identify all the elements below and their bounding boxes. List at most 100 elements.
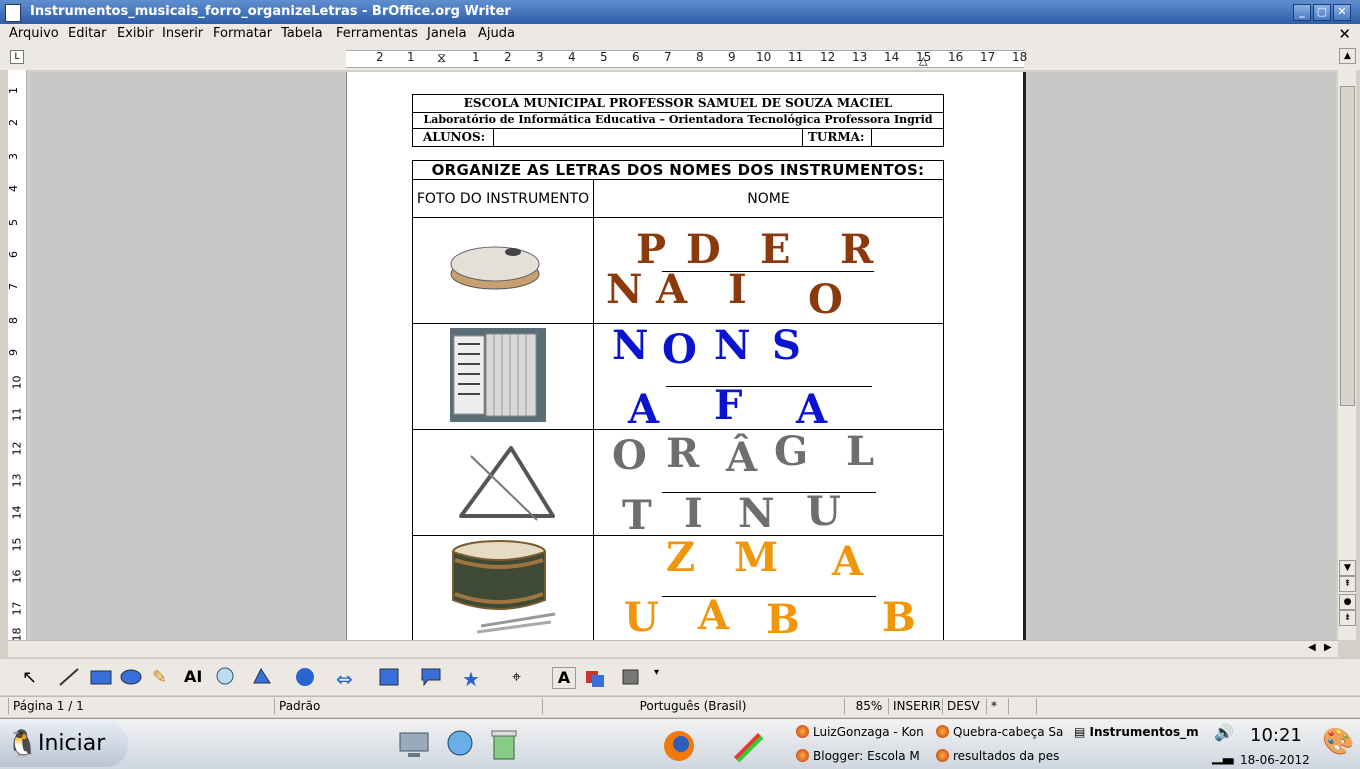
basic-shapes-icon[interactable] (250, 667, 272, 687)
ruler-number: 18 (1012, 50, 1028, 64)
signal-icon[interactable]: ▁▃ (1212, 749, 1234, 765)
turma-label: TURMA: (808, 130, 865, 144)
menu-ajuda[interactable]: Ajuda (478, 26, 515, 41)
stars-icon[interactable]: ★ (462, 667, 484, 691)
clock-date: 18-06-2012 (1240, 753, 1310, 767)
scroll-up-button[interactable]: ▲ (1339, 48, 1356, 64)
ruler-number: 1 (7, 87, 20, 94)
taskbar-item[interactable]: resultados da pes (936, 749, 1070, 763)
close-document-icon[interactable]: ✕ (1338, 25, 1351, 43)
extrusion-icon[interactable] (620, 667, 642, 687)
page-indicator[interactable]: Página 1 / 1 (8, 698, 271, 714)
fontwork-icon[interactable]: A (552, 667, 576, 689)
callouts-icon[interactable] (420, 667, 442, 687)
menu-arquivo[interactable]: Arquivo (9, 26, 59, 41)
menu-formatar[interactable]: Formatar (213, 26, 272, 41)
navigator-button[interactable]: ● (1339, 594, 1356, 610)
left-indent-marker[interactable]: ⧖ (437, 51, 446, 66)
line-tool-icon[interactable] (58, 667, 80, 687)
ruler-number: 16 (948, 50, 964, 64)
ruler-number: 5 (7, 219, 20, 226)
language-indicator[interactable]: Português (Brasil) (542, 698, 839, 714)
scrambled-letter: O (662, 326, 697, 373)
menu-ferramentas[interactable]: Ferramentas (336, 26, 418, 41)
menu-editar[interactable]: Editar (68, 26, 107, 41)
scrambled-letter: A (628, 386, 660, 433)
penguin-icon: 🐧 (6, 729, 39, 759)
firefox-icon[interactable] (662, 729, 696, 763)
scroll-thumb[interactable] (1340, 86, 1355, 406)
document-page[interactable]: ESCOLA MUNICIPAL PROFESSOR SAMUEL DE SOU… (346, 72, 1026, 640)
alunos-field[interactable] (495, 129, 799, 144)
insert-mode[interactable]: INSERIR (888, 698, 943, 714)
menu-tabela[interactable]: Tabela (281, 26, 323, 41)
vertical-scrollbar[interactable]: ▲ ▼ ⇞ ● ⇟ (1338, 46, 1356, 640)
writer-app-icon[interactable] (5, 4, 21, 22)
scroll-left-button[interactable]: ◀ (1308, 642, 1316, 653)
points-icon[interactable]: ⌖ (512, 667, 534, 687)
scroll-down-button[interactable]: ▼ (1339, 560, 1356, 576)
volume-icon[interactable]: 🔊 (1214, 723, 1234, 742)
accordion-icon (450, 328, 546, 422)
rectangle-tool-icon[interactable] (90, 667, 112, 687)
tab-stop-selector[interactable]: L (10, 50, 24, 64)
from-file-icon[interactable] (584, 667, 606, 687)
selection-mode[interactable]: DESV (942, 698, 985, 714)
taskbar-item-active[interactable]: ▤ Instrumentos_m (1074, 725, 1210, 739)
menu-inserir[interactable]: Inserir (162, 26, 203, 41)
maximize-button[interactable]: ▢ (1313, 4, 1331, 21)
photo-column-header: FOTO DO INSTRUMENTO (412, 179, 594, 218)
scrambled-letter: Z (666, 534, 696, 581)
ruler-number: 17 (10, 601, 24, 616)
symbol-shapes-icon[interactable] (294, 667, 316, 687)
vertical-ruler[interactable]: 1 2 3 4 5 6 7 8 9 10 11 12 13 14 15 16 1… (7, 70, 27, 642)
taskbar-item[interactable]: Quebra-cabeça Sa (936, 725, 1070, 739)
document-area[interactable]: ESCOLA MUNICIPAL PROFESSOR SAMUEL DE SOU… (30, 72, 1336, 640)
next-page-button[interactable]: ⇟ (1339, 610, 1356, 626)
text-tool-icon[interactable]: AI (184, 667, 206, 687)
block-arrows-icon[interactable]: ⇔ (336, 667, 358, 691)
name-column-header: NOME (593, 179, 944, 218)
taskbar: 🐧 Iniciar LuizGonzaga - Kon Quebra-cabeç… (0, 718, 1360, 769)
zoom-level[interactable]: 85% (844, 698, 889, 714)
drum-icon (452, 540, 556, 634)
scrambled-letter: P (636, 226, 667, 273)
recycle-bin-icon[interactable] (488, 727, 520, 761)
ellipse-tool-icon[interactable] (120, 667, 142, 687)
paint-icon[interactable] (730, 729, 764, 763)
callout-tool-icon[interactable] (214, 667, 236, 687)
freeform-tool-icon[interactable]: ✎ (152, 667, 174, 688)
ruler-number: 9 (7, 349, 20, 356)
right-indent-marker[interactable]: △ (919, 54, 927, 67)
menu-janela[interactable]: Janela (427, 26, 467, 41)
network-icon[interactable] (444, 729, 476, 761)
clock-time[interactable]: 10:21 (1250, 725, 1302, 746)
toolbar-options-icon[interactable]: ▾ (654, 667, 676, 687)
start-button[interactable]: 🐧 Iniciar (0, 721, 128, 767)
page-style[interactable]: Padrão (274, 698, 539, 714)
ruler-number: 17 (980, 50, 996, 64)
taskbar-item[interactable]: LuizGonzaga - Kon (796, 725, 926, 739)
close-button[interactable]: ✕ (1333, 4, 1351, 21)
turma-field[interactable] (873, 129, 941, 144)
scrambled-letter: B (882, 594, 916, 640)
horizontal-scrollbar[interactable]: ◀ ▶ (8, 640, 1338, 657)
menu-exibir[interactable]: Exibir (117, 26, 154, 41)
select-arrow-icon[interactable]: ↖ (22, 667, 44, 688)
flowchart-icon[interactable] (378, 667, 400, 687)
scrambled-letter: O (808, 276, 843, 323)
ruler-number: 13 (852, 50, 868, 64)
status-bar: Página 1 / 1 Padrão Português (Brasil) 8… (0, 696, 1360, 717)
ruler-number: 4 (7, 185, 20, 192)
ruler-number: 4 (568, 50, 576, 64)
alunos-label: ALUNOS: (423, 130, 486, 144)
taskbar-item[interactable]: Blogger: Escola M (796, 749, 926, 763)
ruler-number: 1 (472, 50, 480, 64)
ruler-number: 11 (10, 407, 24, 422)
palette-icon[interactable]: 🎨 (1322, 727, 1354, 757)
horizontal-ruler[interactable]: L 2 1 1 2 3 4 5 6 7 8 9 10 11 12 13 14 1… (0, 46, 1360, 70)
previous-page-button[interactable]: ⇞ (1339, 576, 1356, 592)
minimize-button[interactable]: _ (1293, 4, 1311, 21)
desktop-icon[interactable] (398, 731, 430, 759)
scroll-right-button[interactable]: ▶ (1324, 642, 1332, 653)
